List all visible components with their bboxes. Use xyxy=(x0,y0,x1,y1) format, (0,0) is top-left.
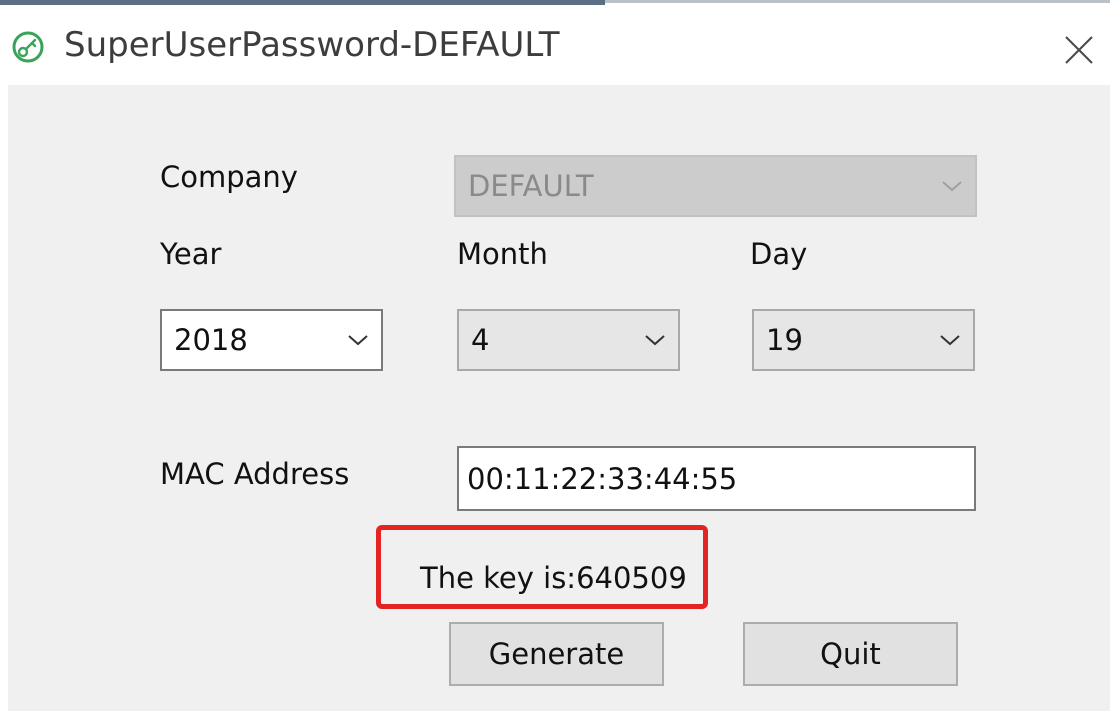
year-select[interactable]: 2018 xyxy=(160,309,383,371)
mac-address-value: 00:11:22:33:44:55 xyxy=(467,461,738,496)
mac-address-field[interactable]: 00:11:22:33:44:55 xyxy=(457,446,976,511)
chevron-down-icon xyxy=(348,335,368,346)
key-result-text: The key is:640509 xyxy=(420,561,687,595)
month-select-value: 4 xyxy=(471,323,490,357)
chevron-down-icon xyxy=(940,335,960,346)
month-select[interactable]: 4 xyxy=(457,309,680,371)
day-select-value: 19 xyxy=(766,323,803,357)
company-select: DEFAULT xyxy=(454,155,977,217)
app-window: SuperUserPassword-DEFAULT Company DEFAUL… xyxy=(0,0,1110,711)
month-label: Month xyxy=(457,237,548,271)
window-accent-line-light xyxy=(605,0,1110,3)
mac-address-label: MAC Address xyxy=(160,457,350,491)
window-title: SuperUserPassword-DEFAULT xyxy=(64,25,560,65)
chevron-down-icon xyxy=(645,335,665,346)
day-select[interactable]: 19 xyxy=(752,309,975,371)
year-label: Year xyxy=(160,237,222,271)
chevron-down-icon xyxy=(942,181,962,192)
key-icon xyxy=(12,31,44,63)
quit-button[interactable]: Quit xyxy=(743,622,958,686)
company-label: Company xyxy=(160,160,298,194)
generate-button[interactable]: Generate xyxy=(449,622,664,686)
quit-button-label: Quit xyxy=(820,637,881,671)
year-select-value: 2018 xyxy=(174,323,248,357)
company-select-value: DEFAULT xyxy=(468,169,594,203)
close-icon[interactable] xyxy=(1062,33,1096,67)
day-label: Day xyxy=(750,237,808,271)
generate-button-label: Generate xyxy=(488,637,625,671)
title-bar[interactable]: SuperUserPassword-DEFAULT xyxy=(0,5,1110,85)
